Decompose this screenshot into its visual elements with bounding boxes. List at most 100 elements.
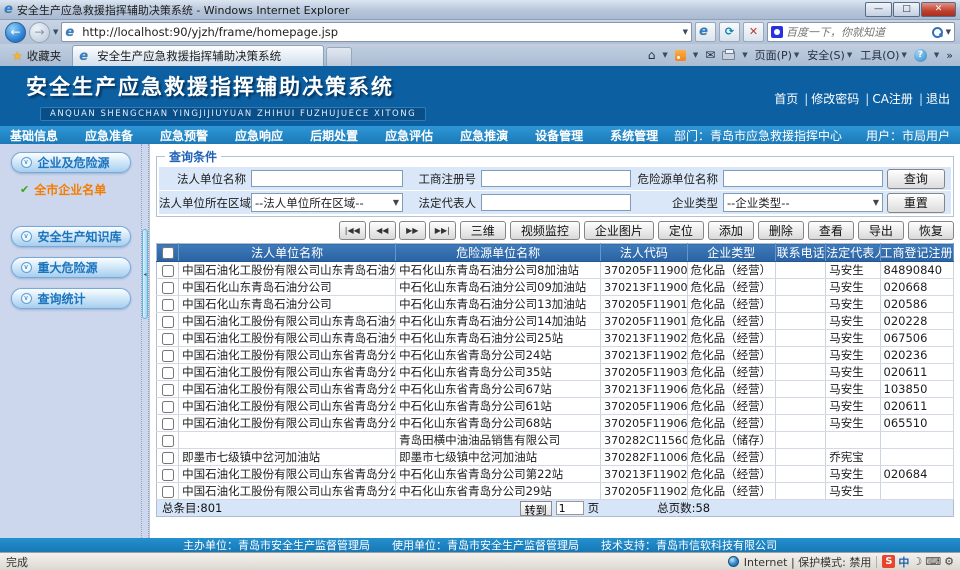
nav-item[interactable]: 应急准备 — [85, 127, 133, 144]
history-dropdown-icon[interactable]: ▼ — [53, 28, 58, 36]
search-button[interactable]: 查询 — [887, 169, 945, 189]
row-checkbox-cell[interactable] — [157, 449, 179, 466]
goto-page-button[interactable]: 转到 — [520, 501, 552, 516]
row-checkbox-cell[interactable] — [157, 398, 179, 415]
sidebar-item-citywide-enterprise-list[interactable]: ✔ 全市企业名单 — [20, 181, 141, 198]
header-link[interactable]: 修改密码 — [798, 90, 859, 107]
table-row[interactable]: 中国石油化工股份有限公司山东省青岛分公司 中石化山东省青岛分公司第22站 370… — [157, 466, 954, 483]
header-link[interactable]: 首页 — [774, 90, 798, 107]
compatibility-view-button[interactable]: e — [695, 22, 716, 42]
hazard-name-input[interactable] — [723, 170, 883, 187]
row-checkbox-cell[interactable] — [157, 432, 179, 449]
legal-rep-input[interactable] — [481, 194, 631, 211]
refresh-button[interactable]: ⟳ — [719, 22, 740, 42]
row-checkbox[interactable] — [162, 316, 174, 328]
home-dropdown-icon[interactable]: ▼ — [662, 51, 667, 59]
nav-item[interactable]: 应急评估 — [385, 127, 433, 144]
mail-icon[interactable]: ✉ — [705, 48, 715, 62]
nav-item[interactable]: 系统管理 — [610, 127, 658, 144]
moon-icon[interactable]: ☽ — [912, 555, 922, 568]
row-checkbox-cell[interactable] — [157, 296, 179, 313]
row-checkbox[interactable] — [162, 486, 174, 498]
nav-item[interactable]: 应急推演 — [460, 127, 508, 144]
url-input[interactable] — [82, 25, 678, 39]
row-checkbox-cell[interactable] — [157, 313, 179, 330]
print-icon[interactable] — [722, 51, 735, 60]
print-dropdown-icon[interactable]: ▼ — [742, 51, 747, 59]
column-header[interactable]: 危险源单位名称 — [396, 244, 601, 262]
row-checkbox[interactable] — [162, 435, 174, 447]
toolbar-action-button[interactable]: 三维 — [460, 221, 506, 240]
sidebar-section-enterprise-hazard[interactable]: ∨ 企业及危险源 — [11, 152, 131, 173]
back-button[interactable]: ← — [5, 22, 26, 43]
table-row[interactable]: 中国石油化工股份有限公司山东省青岛分公司 中石化山东省青岛分公司35站 3702… — [157, 364, 954, 381]
overflow-chevron-icon[interactable]: » — [946, 49, 953, 62]
toolbar-action-button[interactable]: 导出 — [858, 221, 904, 240]
column-header[interactable]: 企业类型 — [687, 244, 775, 262]
table-row[interactable]: 中国石油化工股份有限公司山东青岛石油分公司 中石化山东青岛石油分公司25站 37… — [157, 330, 954, 347]
page-number-input[interactable] — [556, 501, 584, 515]
row-checkbox-cell[interactable] — [157, 415, 179, 432]
new-tab-button[interactable] — [326, 47, 352, 66]
row-checkbox[interactable] — [162, 350, 174, 362]
nav-item[interactable]: 基础信息 — [10, 127, 58, 144]
search-dropdown-icon[interactable]: ▼ — [946, 28, 951, 36]
region-select[interactable]: --法人单位所在区域-- ▼ — [251, 193, 403, 212]
active-tab[interactable]: e 安全生产应急救援指挥辅助决策系统 — [72, 45, 324, 66]
row-checkbox[interactable] — [162, 282, 174, 294]
table-row[interactable]: 中国石油化工股份有限公司山东省青岛分公司 中石化山东省青岛分公司24站 3702… — [157, 347, 954, 364]
minimize-button[interactable]: — — [865, 2, 892, 17]
column-header[interactable]: 工商登记注册号 — [880, 244, 953, 262]
header-link[interactable]: CA注册 — [859, 90, 913, 107]
row-checkbox-cell[interactable] — [157, 279, 179, 296]
row-checkbox-cell[interactable] — [157, 330, 179, 347]
reg-no-input[interactable] — [481, 170, 631, 187]
table-row[interactable]: 中国石油化工股份有限公司山东省青岛分公司 中石化山东省青岛分公司67站 3702… — [157, 381, 954, 398]
column-header[interactable]: 法人单位名称 — [179, 244, 396, 262]
toolbar-action-button[interactable]: 企业图片 — [584, 221, 654, 240]
pager-nav-button[interactable]: ▶▶ — [399, 221, 426, 240]
row-checkbox[interactable] — [162, 418, 174, 430]
table-row[interactable]: 中国石化山东青岛石油分公司 中石化山东青岛石油分公司09加油站 370213F1… — [157, 279, 954, 296]
sidebar-section-major-hazards[interactable]: ∨ 重大危险源 — [11, 257, 131, 278]
table-row[interactable]: 中国石油化工股份有限公司山东青岛石油分公司 中石化山东青岛石油分公司14加油站 … — [157, 313, 954, 330]
toolbar-action-button[interactable]: 恢复 — [908, 221, 954, 240]
sogou-icon[interactable]: S — [882, 555, 895, 568]
search-input[interactable] — [786, 26, 928, 39]
pager-nav-button[interactable]: ◀◀ — [369, 221, 396, 240]
collapse-handle[interactable]: ◂ — [142, 229, 148, 319]
select-all-checkbox[interactable] — [162, 247, 174, 259]
toolbar-action-button[interactable]: 删除 — [758, 221, 804, 240]
sidebar-section-query-statistics[interactable]: ∨ 查询统计 — [11, 288, 131, 309]
search-icon[interactable] — [931, 26, 943, 38]
table-row[interactable]: 中国石油化工股份有限公司山东青岛石油分公司 中石化山东青岛石油分公司8加油站 3… — [157, 262, 954, 279]
table-row[interactable]: 中国石油化工股份有限公司山东省青岛分公司 中石化山东省青岛分公司29站 3702… — [157, 483, 954, 500]
row-checkbox[interactable] — [162, 384, 174, 396]
column-header[interactable]: 法人代码 — [601, 244, 687, 262]
toolbar-action-button[interactable]: 定位 — [658, 221, 704, 240]
row-checkbox[interactable] — [162, 452, 174, 464]
row-checkbox-cell[interactable] — [157, 364, 179, 381]
stop-button[interactable]: ✕ — [743, 22, 764, 42]
header-link[interactable]: 退出 — [913, 90, 950, 107]
browser-menu-item[interactable]: 页面(P)▼ — [755, 47, 800, 63]
pager-nav-button[interactable]: ▶▶| — [429, 221, 456, 240]
row-checkbox[interactable] — [162, 299, 174, 311]
browser-menu-item[interactable]: 安全(S)▼ — [807, 47, 852, 63]
help-icon[interactable]: ? — [914, 49, 927, 62]
row-checkbox-cell[interactable] — [157, 466, 179, 483]
table-row[interactable]: 中国石化山东青岛石油分公司 中石化山东青岛石油分公司13加油站 370205F1… — [157, 296, 954, 313]
row-checkbox[interactable] — [162, 367, 174, 379]
table-row[interactable]: 青岛田横中油油品销售有限公司 370282C115602 危化品（储存） — [157, 432, 954, 449]
table-row[interactable]: 即墨市七级镇中岔河加油站 即墨市七级镇中岔河加油站 370282F110063 … — [157, 449, 954, 466]
help-dropdown-icon[interactable]: ▼ — [934, 51, 939, 59]
address-dropdown-icon[interactable]: ▼ — [683, 28, 688, 36]
row-checkbox-cell[interactable] — [157, 262, 179, 279]
maximize-button[interactable]: □ — [893, 2, 920, 17]
feeds-icon[interactable] — [675, 50, 686, 61]
column-header[interactable]: 法定代表人 — [826, 244, 880, 262]
reset-button[interactable]: 重置 — [887, 193, 945, 213]
row-checkbox[interactable] — [162, 333, 174, 345]
feeds-dropdown-icon[interactable]: ▼ — [693, 51, 698, 59]
row-checkbox[interactable] — [162, 401, 174, 413]
